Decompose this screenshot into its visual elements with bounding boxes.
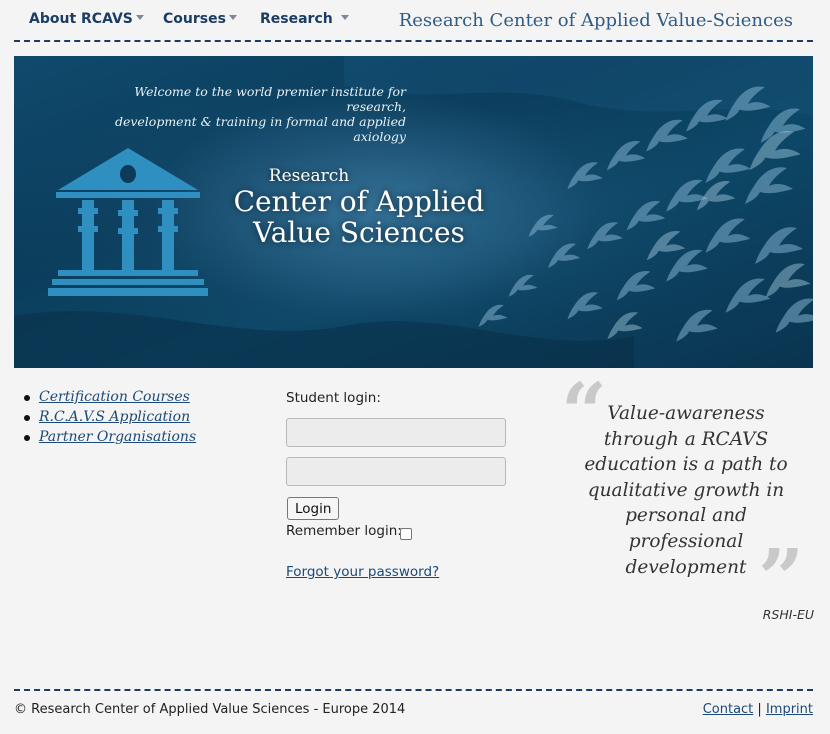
quick-links-list: Certification Courses R.C.A.V.S Applicat… [24,389,196,449]
quote-line: qualitative growth in [587,479,785,501]
top-navigation: About RCAVS Courses Research Research Ce… [0,0,830,40]
remember-login-checkbox[interactable] [400,528,412,540]
link-certification-courses[interactable]: Certification Courses [39,389,190,405]
footer-divider [14,689,813,691]
caret-down-icon [135,15,144,20]
contact-link[interactable]: Contact [703,702,754,717]
banner-institute-name: Center of Applied Value Sciences [214,186,504,248]
nav-research-label: Research [260,11,333,27]
banner-name-line: Value Sciences [253,216,465,249]
nav-about-label: About RCAVS [29,11,133,27]
footer-links: Contact | Imprint [703,702,813,717]
banner-research-label: Research [268,166,350,186]
nav-courses[interactable]: Courses [163,11,237,27]
password-input[interactable] [286,457,506,486]
header-divider [14,40,813,42]
banner-welcome-text: Welcome to the world premier institute f… [76,84,406,144]
list-item: Certification Courses [24,389,196,409]
bullet-icon [24,435,30,441]
banner-welcome-line: development & training in formal and app… [114,114,406,144]
quote-line: personal and [625,505,747,527]
footer-copyright: © Research Center of Applied Value Scien… [14,702,406,717]
list-item: Partner Organisations [24,429,196,449]
login-button[interactable]: Login [287,497,340,520]
close-quote-icon: ” [758,531,805,625]
temple-icon [48,148,208,296]
nav-research[interactable]: Research [260,11,349,27]
footer-separator: | [757,702,762,717]
quote-line: through a RCAVS [603,428,769,450]
quote-author: RSHI-EU [762,607,814,622]
username-input[interactable] [286,418,506,447]
quote-line: education is a path to [584,454,788,476]
caret-down-icon [228,15,237,20]
student-login-heading: Student login: [286,390,381,406]
bullet-icon [24,415,30,421]
hero-banner: Welcome to the world premier institute f… [14,56,813,368]
imprint-link[interactable]: Imprint [766,702,813,717]
nav-courses-label: Courses [163,11,226,27]
bullet-icon [24,395,30,401]
quote-line: Value-awareness [607,403,765,424]
banner-name-line: Center of Applied [233,185,485,218]
link-rcavs-application[interactable]: R.C.A.V.S Application [39,409,190,425]
remember-login-label: Remember login: [286,523,402,539]
banner-welcome-line: Welcome to the world premier institute f… [134,84,406,114]
caret-down-icon [340,15,349,20]
link-partner-organisations[interactable]: Partner Organisations [39,429,196,445]
nav-about-rcavs[interactable]: About RCAVS [29,11,144,27]
list-item: R.C.A.V.S Application [24,409,196,429]
forgot-password-link[interactable]: Forgot your password? [286,564,439,580]
site-title[interactable]: Research Center of Applied Value-Science… [399,10,793,31]
